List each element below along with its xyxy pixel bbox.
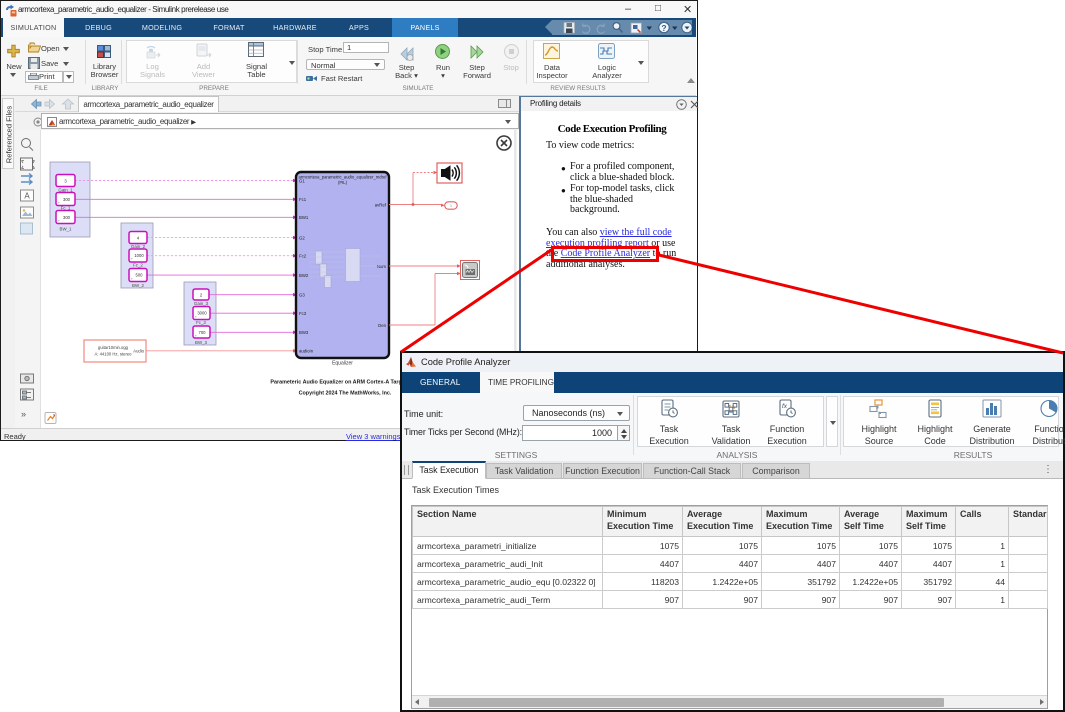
- svg-text:Audio: Audio: [133, 349, 144, 354]
- svg-text:Fc1: Fc1: [299, 197, 307, 202]
- svg-text:Copyright 2024 The MathWorks,: Copyright 2024 The MathWorks, Inc.: [299, 390, 392, 396]
- svg-text:BW_1: BW_1: [60, 227, 73, 232]
- svg-text:3000: 3000: [197, 311, 207, 316]
- svg-text:Parameteric Audio Equalizer on: Parameteric Audio Equalizer on ARM Corte…: [270, 380, 409, 386]
- svg-text:armcortexa_parametric_audio_eq: armcortexa_parametric_audio_equalizer_md…: [299, 175, 388, 180]
- svg-text:G1: G1: [299, 178, 305, 183]
- svg-text:guitar10min.ogg: guitar10min.ogg: [98, 345, 129, 350]
- svg-text:Fc_2: Fc_2: [133, 263, 143, 268]
- svg-text:1: 1: [450, 204, 452, 208]
- svg-text:Den: Den: [378, 323, 386, 328]
- svg-text:avRef: avRef: [375, 203, 387, 208]
- svg-text:(PIL): (PIL): [338, 180, 348, 185]
- svg-text:BW_2: BW_2: [132, 283, 145, 288]
- svg-text:700: 700: [199, 330, 207, 335]
- svg-text:»: »: [21, 409, 26, 419]
- svg-text:BW_3: BW_3: [195, 340, 208, 345]
- svg-text:Equalizer: Equalizer: [332, 361, 353, 367]
- svg-text:Gain_1: Gain_1: [58, 188, 73, 193]
- svg-text:Fc3: Fc3: [299, 311, 307, 316]
- svg-text:audioIn: audioIn: [299, 349, 314, 354]
- svg-text:300: 300: [63, 197, 71, 202]
- svg-text:Fc_1: Fc_1: [61, 206, 71, 211]
- svg-text:BW2: BW2: [299, 273, 309, 278]
- svg-text:?: ?: [661, 22, 666, 32]
- svg-text:Fc2: Fc2: [299, 254, 307, 259]
- svg-text:1000: 1000: [134, 253, 144, 258]
- svg-text:BW1: BW1: [299, 215, 309, 220]
- svg-text:A: 44100 Hz, stereo: A: 44100 Hz, stereo: [94, 352, 132, 357]
- svg-text:Num: Num: [377, 264, 386, 269]
- svg-text:300: 300: [63, 215, 71, 220]
- svg-text:fx: fx: [782, 403, 788, 410]
- svg-text:G2: G2: [299, 235, 305, 240]
- svg-text:500: 500: [136, 273, 144, 278]
- svg-text:A: A: [24, 192, 30, 201]
- svg-text:BW3: BW3: [299, 330, 309, 335]
- svg-text:Gain_2: Gain_2: [131, 244, 146, 249]
- svg-text:Gain_3: Gain_3: [194, 301, 209, 306]
- svg-text:Fc_3: Fc_3: [196, 320, 206, 325]
- svg-text:G3: G3: [299, 293, 305, 298]
